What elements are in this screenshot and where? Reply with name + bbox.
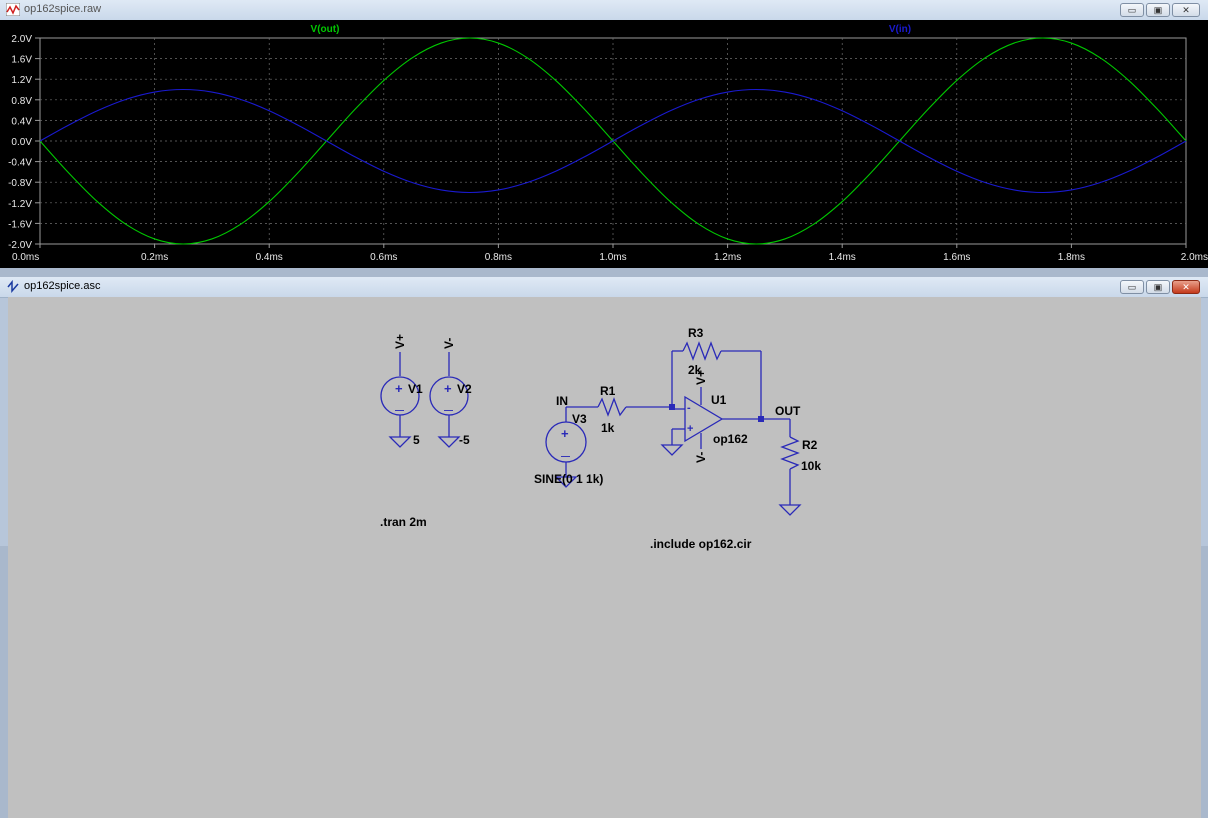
v1-plus-mark: + bbox=[395, 381, 403, 396]
x-tick-label: 1.0ms bbox=[599, 252, 626, 263]
y-tick-label: -0.8V bbox=[8, 178, 32, 189]
schematic-app-icon bbox=[7, 280, 19, 293]
r2-resistor[interactable] bbox=[761, 418, 802, 516]
x-tick-label: 0.0ms bbox=[12, 252, 39, 263]
out-net-label: OUT bbox=[775, 404, 801, 418]
schematic-window: op162spice.asc ▭ ▣ ✕ + — + — + — - + V+ … bbox=[0, 277, 1208, 818]
schematic-drawing[interactable]: + — + — + — - + V+ V- V+ V- V1 5 V2 -5 I… bbox=[8, 297, 1201, 545]
y-tick-label: 1.6V bbox=[11, 55, 32, 66]
v3-value: SINE(0 1 1k) bbox=[534, 472, 603, 486]
minimize-button[interactable]: ▭ bbox=[1120, 3, 1144, 17]
schematic-titlebar[interactable]: op162spice.asc ▭ ▣ ✕ bbox=[0, 277, 1208, 298]
waveform-plot-area[interactable]: 2.0V 1.6V 1.2V 0.8V 0.4V 0.0V -0.4V -0.8V -1.2V -… bbox=[0, 20, 1208, 268]
y-tick-label: 0.4V bbox=[11, 116, 32, 127]
x-tick-label: 0.8ms bbox=[485, 252, 512, 263]
y-tick-label: 2.0V bbox=[11, 34, 32, 45]
waveform-window-title: op162spice.raw bbox=[24, 3, 102, 15]
r1-label: R1 bbox=[600, 384, 616, 398]
maximize-button[interactable]: ▣ bbox=[1146, 3, 1170, 17]
opamp-minus-mark: - bbox=[687, 402, 691, 414]
r2-value: 10k bbox=[801, 459, 821, 473]
v1-label: V1 bbox=[408, 382, 423, 396]
waveform-window: op162spice.raw ▭ ▣ ✕ 2.0V 1.6V 1.2V 0.8V 0.4… bbox=[0, 0, 1208, 268]
tran-directive[interactable]: .tran 2m bbox=[380, 515, 427, 529]
x-tick-label: 1.2ms bbox=[714, 252, 741, 263]
waveform-chart[interactable]: 2.0V 1.6V 1.2V 0.8V 0.4V 0.0V -0.4V -0.8V -1.2V -… bbox=[0, 20, 1208, 268]
schematic-window-title: op162spice.asc bbox=[24, 280, 101, 292]
u1-value: op162 bbox=[713, 432, 748, 446]
in-net-label: IN bbox=[556, 394, 568, 408]
y-tick-label: 1.2V bbox=[11, 75, 32, 86]
close-button[interactable]: ✕ bbox=[1172, 280, 1200, 294]
v3-plus-mark: + bbox=[561, 426, 569, 441]
maximize-button[interactable]: ▣ bbox=[1146, 280, 1170, 294]
y-tick-label: -1.6V bbox=[8, 219, 32, 230]
r3-value: 2k bbox=[688, 363, 702, 377]
v2-net-label: V- bbox=[442, 338, 456, 349]
waveform-titlebar[interactable]: op162spice.raw ▭ ▣ ✕ bbox=[0, 0, 1208, 21]
v1-minus-mark: — bbox=[395, 405, 404, 415]
junction-dot bbox=[669, 404, 675, 410]
y-tick-label: -0.4V bbox=[8, 158, 32, 169]
opamp-plus-mark: + bbox=[687, 423, 693, 435]
x-tick-label: 1.8ms bbox=[1058, 252, 1085, 263]
minimize-button[interactable]: ▭ bbox=[1120, 280, 1144, 294]
u1-label: U1 bbox=[711, 393, 727, 407]
legend-label[interactable]: V(out) bbox=[311, 24, 340, 35]
x-tick-label: 2.0ms bbox=[1181, 252, 1208, 263]
r2-label: R2 bbox=[802, 438, 818, 452]
v3-label: V3 bbox=[572, 412, 587, 426]
legend-label[interactable]: V(in) bbox=[889, 24, 911, 35]
schematic-canvas[interactable]: + — + — + — - + V+ V- V+ V- V1 5 V2 -5 I… bbox=[8, 297, 1201, 818]
x-tick-label: 1.4ms bbox=[829, 252, 856, 263]
x-tick-label: 0.6ms bbox=[370, 252, 397, 263]
u1-vminus-label: V- bbox=[694, 452, 708, 463]
v2-plus-mark: + bbox=[444, 381, 452, 396]
waveform-app-icon bbox=[6, 3, 20, 16]
r1-value: 1k bbox=[601, 421, 615, 435]
x-tick-label: 0.2ms bbox=[141, 252, 168, 263]
y-tick-label: 0.0V bbox=[11, 137, 32, 148]
v2-value: -5 bbox=[459, 433, 470, 447]
include-directive[interactable]: .include op162.cir bbox=[650, 537, 751, 551]
y-tick-label: 0.8V bbox=[11, 96, 32, 107]
y-tick-label: -2.0V bbox=[8, 240, 32, 251]
v2-label: V2 bbox=[457, 382, 472, 396]
x-tick-label: 1.6ms bbox=[943, 252, 970, 263]
v2-minus-mark: — bbox=[444, 405, 453, 415]
y-tick-label: -1.2V bbox=[8, 199, 32, 210]
junction-dot bbox=[758, 416, 764, 422]
v1-net-label: V+ bbox=[393, 334, 407, 349]
v3-minus-mark: — bbox=[561, 451, 570, 461]
close-button[interactable]: ✕ bbox=[1172, 3, 1200, 17]
r3-label: R3 bbox=[688, 326, 704, 340]
x-tick-label: 0.4ms bbox=[256, 252, 283, 263]
v1-value: 5 bbox=[413, 433, 420, 447]
